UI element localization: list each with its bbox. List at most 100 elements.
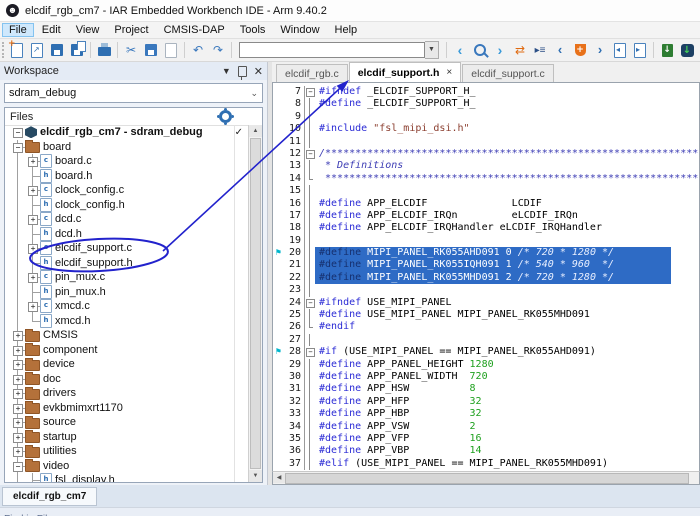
scrollbar-thumb[interactable]: [250, 138, 261, 469]
code-line-13[interactable]: 13 * Definitions: [273, 160, 699, 172]
editor-tab-elcdif-rgb-c[interactable]: elcdif_rgb.c: [276, 64, 348, 82]
tab-close-icon[interactable]: ×: [446, 67, 452, 78]
expand-icon[interactable]: +: [13, 375, 23, 385]
menu-item-window[interactable]: Window: [273, 23, 326, 37]
tree-item-board[interactable]: −board: [5, 140, 249, 155]
code-line-26[interactable]: 26#endif: [273, 321, 699, 333]
save-all-icon[interactable]: [67, 41, 87, 60]
copy-icon[interactable]: [141, 41, 161, 60]
save-icon[interactable]: [47, 41, 67, 60]
close-icon[interactable]: ✕: [254, 65, 263, 78]
menu-item-edit[interactable]: Edit: [35, 23, 68, 37]
tree-item-evkbmimxrt1170[interactable]: +evkbmimxrt1170: [5, 401, 249, 416]
expand-icon[interactable]: +: [13, 389, 23, 399]
code-line-14[interactable]: 14 *************************************…: [273, 173, 699, 185]
search-input[interactable]: [239, 42, 425, 58]
tree-item-doc[interactable]: +doc: [5, 372, 249, 387]
tree-item-xmcd-h[interactable]: hxmcd.h: [5, 314, 249, 329]
expand-icon[interactable]: +: [28, 244, 38, 254]
fold-marker[interactable]: [305, 148, 315, 160]
code-line-18[interactable]: 18#define APP_ELCDIF_IRQHandler eLCDIF_I…: [273, 222, 699, 234]
hscrollbar-thumb[interactable]: [285, 473, 689, 484]
code-line-11[interactable]: 11: [273, 136, 699, 148]
config-selector[interactable]: sdram_debug ⌄: [4, 83, 263, 103]
code-line-23[interactable]: 23: [273, 284, 699, 296]
find-icon[interactable]: [470, 41, 490, 60]
doc-forward-icon[interactable]: ▸: [630, 41, 650, 60]
code-line-32[interactable]: 32#define APP_HFP 32: [273, 396, 699, 408]
editor-tab-elcdif-support-c[interactable]: elcdif_support.c: [462, 64, 554, 82]
menu-item-view[interactable]: View: [69, 23, 107, 37]
pin-icon[interactable]: [238, 66, 247, 77]
code-line-16[interactable]: 16#define APP_ELCDIF LCDIF: [273, 198, 699, 210]
tree-item-elcdif-support-c[interactable]: +celcdif_support.c: [5, 241, 249, 256]
tree-item-elcdif-rgb-cm7-sdram-debug[interactable]: −elcdif_rgb_cm7 - sdram_debug✓: [5, 125, 249, 140]
code-area[interactable]: 7#ifndef _ELCDIF_SUPPORT_H_8#define _ELC…: [272, 82, 700, 471]
download-and-debug-icon[interactable]: ↓: [677, 41, 697, 60]
code-line-33[interactable]: 33#define APP_HBP 32: [273, 408, 699, 420]
expand-icon[interactable]: +: [28, 186, 38, 196]
expand-icon[interactable]: +: [28, 215, 38, 225]
bookmark-flag-icon[interactable]: ⚑: [273, 247, 284, 259]
redo-icon[interactable]: ↷: [208, 41, 228, 60]
tree-item-board-c[interactable]: +cboard.c: [5, 154, 249, 169]
collapse-icon[interactable]: −: [13, 128, 23, 138]
editor-tab-elcdif-support-h[interactable]: elcdif_support.h×: [349, 62, 462, 82]
code-line-8[interactable]: 8#define _ELCDIF_SUPPORT_H_: [273, 98, 699, 110]
code-line-15[interactable]: 15: [273, 185, 699, 197]
code-line-17[interactable]: 17#define APP_ELCDIF_IRQn eLCDIF_IRQn: [273, 210, 699, 222]
code-line-21[interactable]: 21#define MIPI_PANEL_RK055IQH091 1 /* 54…: [273, 259, 699, 271]
menu-item-help[interactable]: Help: [328, 23, 365, 37]
expand-icon[interactable]: +: [13, 346, 23, 356]
find-previous-icon[interactable]: ‹: [450, 41, 470, 60]
tree-item-component[interactable]: +component: [5, 343, 249, 358]
cut-icon[interactable]: ✂: [121, 41, 141, 60]
tree-item-cmsis[interactable]: +CMSIS: [5, 328, 249, 343]
tree-item-dcd-h[interactable]: hdcd.h: [5, 227, 249, 242]
horizontal-scrollbar[interactable]: ◀: [272, 471, 700, 485]
expand-icon[interactable]: +: [13, 360, 23, 370]
code-line-34[interactable]: 34#define APP_VSW 2: [273, 421, 699, 433]
bookmark-flag-icon[interactable]: ⚑: [273, 346, 284, 358]
fold-marker[interactable]: [305, 297, 315, 309]
tree-item-board-h[interactable]: hboard.h: [5, 169, 249, 184]
code-line-35[interactable]: 35#define APP_VFP 16: [273, 433, 699, 445]
open-document-icon[interactable]: ↗: [27, 41, 47, 60]
find-next-icon[interactable]: ›: [490, 41, 510, 60]
collapse-icon[interactable]: −: [13, 143, 23, 153]
menu-item-cmsisdap[interactable]: CMSIS-DAP: [157, 23, 232, 37]
new-document-icon[interactable]: +: [7, 41, 27, 60]
tree-item-utilities[interactable]: +utilities: [5, 444, 249, 459]
scroll-left-icon[interactable]: ◀: [273, 473, 285, 483]
code-line-36[interactable]: 36#define APP_VBP 14: [273, 445, 699, 457]
code-line-10[interactable]: 10#include "fsl_mipi_dsi.h": [273, 123, 699, 135]
tree-item-clock-config-h[interactable]: hclock_config.h: [5, 198, 249, 213]
workspace-menu-icon[interactable]: ▼: [222, 66, 231, 76]
code-line-27[interactable]: 27: [273, 334, 699, 346]
workspace-tab[interactable]: elcdif_rgb_cm7: [2, 487, 97, 506]
fold-marker[interactable]: [305, 86, 315, 98]
expand-icon[interactable]: +: [13, 418, 23, 428]
scroll-up-icon[interactable]: ▲: [249, 125, 262, 137]
files-scrollbar[interactable]: ▲ ▼: [248, 125, 262, 482]
code-line-22[interactable]: 22#define MIPI_PANEL_RK055MHD091 2 /* 72…: [273, 272, 699, 284]
code-line-12[interactable]: 12/*************************************…: [273, 148, 699, 160]
expand-icon[interactable]: +: [28, 273, 38, 283]
tree-item-elcdif-support-h[interactable]: helcdif_support.h: [5, 256, 249, 271]
tree-item-source[interactable]: +source: [5, 415, 249, 430]
tree-item-xmcd-c[interactable]: +cxmcd.c: [5, 299, 249, 314]
swap-arrows-icon[interactable]: ⇄: [510, 41, 530, 60]
scroll-down-icon[interactable]: ▼: [249, 470, 262, 482]
code-line-30[interactable]: 30#define APP_PANEL_WIDTH 720: [273, 371, 699, 383]
code-line-20[interactable]: ⚑20#define MIPI_PANEL_RK055AHD091 0 /* 7…: [273, 247, 699, 259]
code-line-29[interactable]: 29#define APP_PANEL_HEIGHT 1280: [273, 359, 699, 371]
menu-item-project[interactable]: Project: [107, 23, 155, 37]
menu-item-tools[interactable]: Tools: [233, 23, 273, 37]
code-line-9[interactable]: 9: [273, 111, 699, 123]
tree-item-startup[interactable]: +startup: [5, 430, 249, 445]
expand-icon[interactable]: +: [28, 302, 38, 312]
chevron-right-icon[interactable]: ›: [590, 41, 610, 60]
print-icon[interactable]: [94, 41, 114, 60]
gear-icon[interactable]: [219, 110, 232, 123]
tree-item-video[interactable]: −video: [5, 459, 249, 474]
